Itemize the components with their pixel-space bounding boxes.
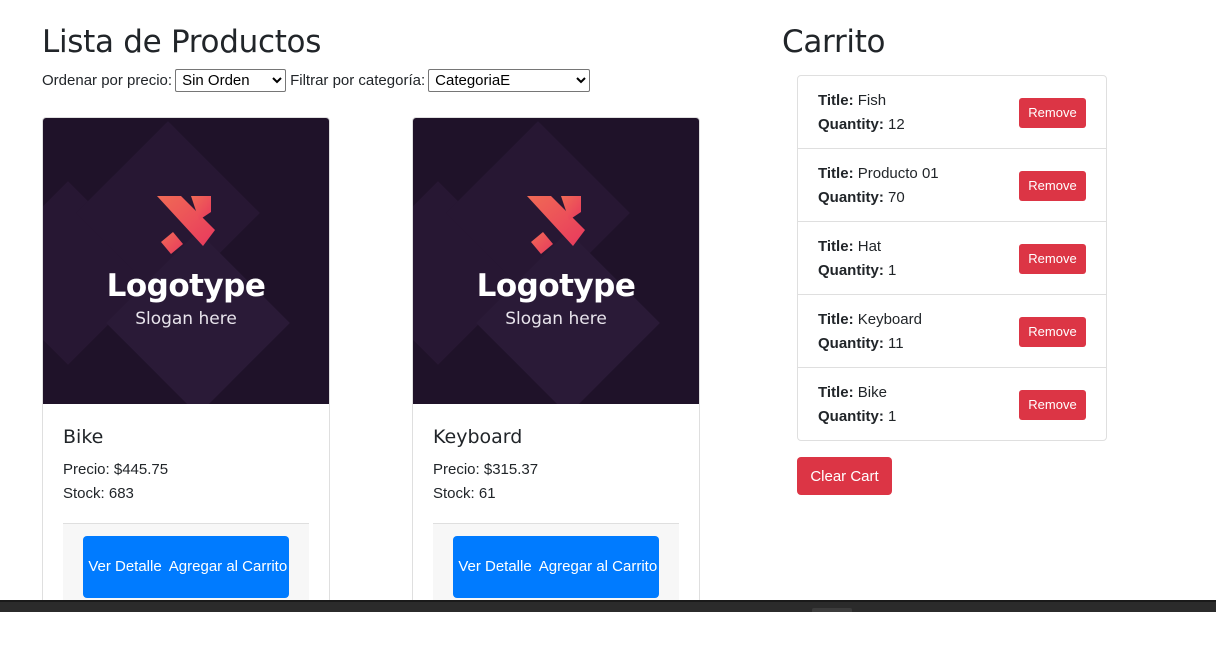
category-filter-label: Filtrar por categoría: [290, 71, 426, 89]
card-footer: Ver Detalle Agregar al Carrito [433, 523, 679, 603]
product-price: Precio: $445.75 [63, 461, 169, 478]
card-footer: Ver Detalle Agregar al Carrito [63, 523, 309, 603]
add-to-cart-button[interactable]: Agregar al Carrito [537, 536, 659, 598]
remove-button[interactable]: Remove [1019, 390, 1086, 420]
product-name: Bike [63, 426, 104, 448]
card-actions: Ver Detalle Agregar al Carrito [83, 536, 289, 598]
title-key: Title: [818, 384, 854, 401]
cart-item-title: Fish [857, 92, 887, 109]
cart-item-quantity: 1 [888, 262, 897, 279]
filters-bar: Ordenar por precio: Sin Orden Filtrar po… [42, 68, 722, 92]
product-image: Logotype Slogan here [43, 118, 329, 404]
cart-item-title: Bike [857, 384, 887, 401]
cart-item-quantity: 70 [888, 189, 905, 206]
cart-section: Carrito Title: Fish Quantity: 12 Remove … [782, 22, 1112, 495]
product-card: Logotype Slogan here Keyboard Precio: $3… [412, 117, 700, 617]
cart-item-title: Producto 01 [857, 165, 939, 182]
card-body: Bike Precio: $445.75 Stock: 683 [43, 404, 329, 506]
remove-button[interactable]: Remove [1019, 98, 1086, 128]
logo-x-icon [527, 196, 585, 254]
quantity-key: Quantity: [818, 262, 884, 279]
title-key: Title: [818, 92, 854, 109]
sort-select[interactable]: Sin Orden [175, 68, 287, 92]
cart-item-quantity: 11 [888, 335, 904, 352]
category-filter-select[interactable]: CategoriaE [428, 68, 591, 92]
view-detail-button[interactable]: Ver Detalle [453, 536, 537, 598]
product-image: Logotype Slogan here [413, 118, 699, 404]
add-to-cart-button[interactable]: Agregar al Carrito [167, 536, 289, 598]
remove-button[interactable]: Remove [1019, 244, 1086, 274]
card-actions: Ver Detalle Agregar al Carrito [453, 536, 659, 598]
taskbar [0, 600, 1216, 614]
cart-item: Title: Keyboard Quantity: 11 Remove [798, 295, 1106, 368]
quantity-key: Quantity: [818, 116, 884, 133]
card-body: Keyboard Precio: $315.37 Stock: 61 [413, 404, 699, 506]
cart-list: Title: Fish Quantity: 12 Remove Title: P… [797, 75, 1107, 441]
remove-button[interactable]: Remove [1019, 171, 1086, 201]
title-key: Title: [818, 165, 854, 182]
logo-slogan: Slogan here [505, 309, 607, 329]
product-card: Logotype Slogan here Bike Precio: $445.7… [42, 117, 330, 617]
logo-slogan: Slogan here [135, 309, 237, 329]
product-name: Keyboard [433, 426, 523, 448]
quantity-key: Quantity: [818, 189, 884, 206]
products-section: Lista de Productos Ordenar por precio: S… [42, 22, 722, 617]
product-stock: Stock: 683 [63, 485, 134, 502]
quantity-key: Quantity: [818, 408, 884, 425]
remove-button[interactable]: Remove [1019, 317, 1086, 347]
cart-item: Title: Fish Quantity: 12 Remove [798, 76, 1106, 149]
logo-text: Logotype [106, 268, 266, 304]
cart-item-title: Keyboard [857, 311, 922, 328]
cart-item-title: Hat [857, 238, 882, 255]
page-bottom-area [0, 612, 1216, 652]
cart-item: Title: Hat Quantity: 1 Remove [798, 222, 1106, 295]
cart-item: Title: Producto 01 Quantity: 70 Remove [798, 149, 1106, 222]
cart-item-quantity: 1 [888, 408, 897, 425]
cart-item-quantity: 12 [888, 116, 905, 133]
clear-cart-button[interactable]: Clear Cart [797, 457, 892, 495]
logo-text: Logotype [476, 268, 636, 304]
product-price: Precio: $315.37 [433, 461, 539, 478]
cart-title: Carrito [782, 24, 886, 60]
products-title: Lista de Productos [42, 24, 322, 60]
logo-x-icon [157, 196, 215, 254]
cart-item: Title: Bike Quantity: 1 Remove [798, 368, 1106, 440]
quantity-key: Quantity: [818, 335, 884, 352]
title-key: Title: [818, 238, 854, 255]
sort-label: Ordenar por precio: [42, 71, 173, 89]
product-stock: Stock: 61 [433, 485, 496, 502]
title-key: Title: [818, 311, 854, 328]
view-detail-button[interactable]: Ver Detalle [83, 536, 167, 598]
